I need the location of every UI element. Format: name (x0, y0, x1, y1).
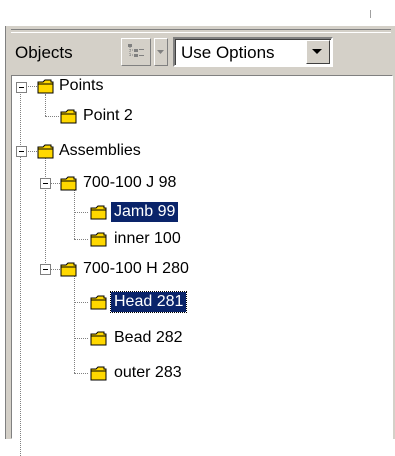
options-combobox-arrow[interactable] (306, 40, 330, 64)
folder-icon (60, 176, 77, 191)
folder-icon (90, 295, 107, 310)
tree-line (45, 116, 59, 117)
chevron-down-icon (312, 49, 322, 54)
tree-line (50, 183, 60, 184)
tree-line (74, 302, 88, 303)
objects-label: Objects (15, 43, 73, 62)
tree-line (20, 151, 21, 456)
options-combobox-value: Use Options (181, 43, 275, 62)
tree-node-outer-283[interactable]: outer 283 (111, 363, 185, 383)
objects-toolbar: Objects Use Options (11, 34, 391, 70)
tree-line (74, 212, 88, 213)
options-combobox[interactable]: Use Options (173, 37, 333, 67)
splitter-tick (370, 10, 371, 18)
panel-edge-left (5, 25, 6, 439)
window-top-strip (0, 0, 395, 24)
tree-node-jamb-99[interactable]: Jamb 99 (111, 202, 179, 222)
collapse-minus-icon[interactable] (16, 146, 27, 157)
tree-line (74, 373, 88, 374)
panel-grip[interactable] (11, 29, 391, 33)
collapse-minus-icon[interactable] (40, 264, 51, 275)
tree-line (74, 338, 88, 339)
chevron-down-icon (157, 50, 164, 54)
tree-view-button[interactable] (121, 38, 151, 66)
tree-line (45, 158, 46, 269)
tree-node-700-100-h-280[interactable]: 700-100 H 280 (80, 259, 192, 279)
folder-icon (60, 109, 77, 124)
tree-node-head-281[interactable]: Head 281 (109, 291, 188, 313)
tree-line (20, 92, 21, 151)
panel-edge-top (5, 25, 395, 26)
tree-node-points[interactable]: Points (56, 76, 106, 96)
tree-view-icon (128, 44, 144, 57)
folder-icon (90, 366, 107, 381)
tree-line (74, 239, 88, 240)
collapse-minus-icon[interactable] (40, 178, 51, 189)
tree-line (74, 276, 75, 373)
folder-icon (90, 331, 107, 346)
folder-icon (37, 144, 54, 159)
tree-node-bead-282[interactable]: Bead 282 (111, 328, 186, 348)
tree-view-dropdown-button[interactable] (154, 38, 168, 66)
folder-icon (90, 232, 107, 247)
objects-panel: Objects Use Options Points Point 2 Assem… (5, 25, 395, 456)
tree-line (74, 190, 75, 239)
tree-node-assemblies[interactable]: Assemblies (56, 141, 144, 161)
tree-node-700-100-j-98[interactable]: 700-100 J 98 (80, 173, 179, 193)
tree-line (50, 269, 60, 270)
folder-icon (60, 262, 77, 277)
object-tree[interactable]: Points Point 2 Assemblies 700-100 J 98 J… (11, 75, 393, 456)
folder-icon (37, 79, 54, 94)
tree-node-point-2[interactable]: Point 2 (80, 106, 136, 126)
tree-line (45, 94, 46, 116)
folder-icon (90, 205, 107, 220)
tree-node-inner-100[interactable]: inner 100 (111, 229, 184, 249)
collapse-minus-icon[interactable] (16, 82, 27, 93)
